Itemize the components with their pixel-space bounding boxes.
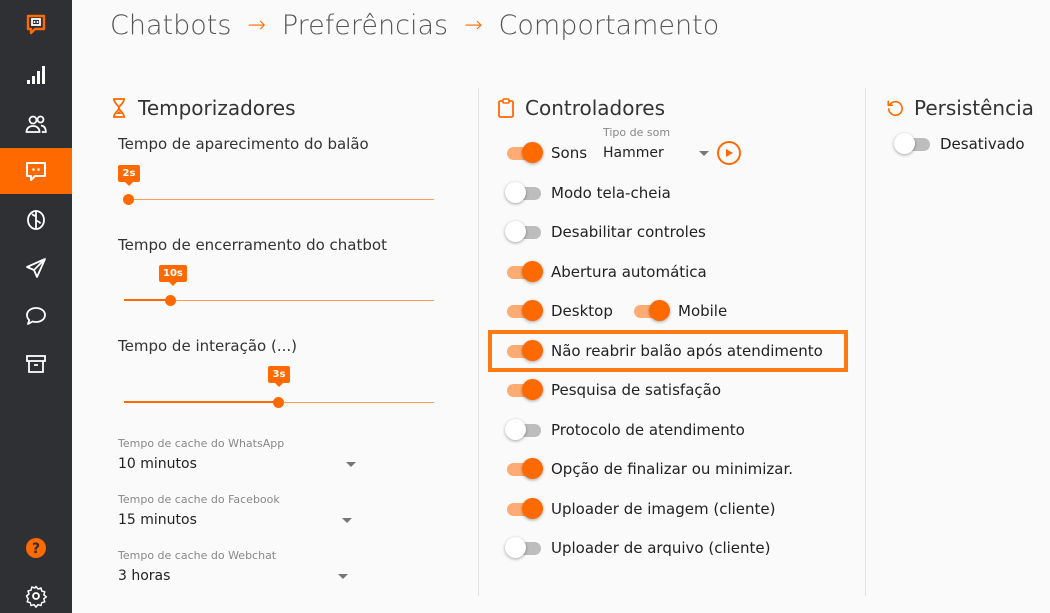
auto-open-toggle[interactable] — [505, 261, 543, 283]
sidebar-item-intelligence[interactable] — [0, 197, 72, 243]
sidebar-item-archive[interactable] — [0, 341, 72, 387]
breadcrumb-preferences[interactable]: Preferências — [282, 10, 448, 41]
protocol-toggle[interactable] — [505, 419, 543, 441]
sidebar: ? — [0, 0, 72, 613]
toggle-row-persistence: Desativado — [894, 133, 1025, 155]
slider-value-badge: 2s — [118, 165, 140, 186]
slider-thumb[interactable] — [165, 295, 176, 306]
facebook-cache-select[interactable]: 15 minutos — [118, 512, 197, 528]
slider-value-badge: 3s — [268, 366, 290, 387]
archive-icon — [26, 355, 46, 373]
select-label: Tempo de cache do Facebook — [118, 493, 280, 506]
svg-text:?: ? — [32, 541, 40, 557]
chat-bubble-icon — [26, 307, 46, 325]
history-icon — [887, 100, 903, 117]
file-uploader-toggle[interactable] — [505, 537, 543, 559]
sidebar-item-settings[interactable] — [0, 573, 72, 613]
slider-value-badge: 10s — [159, 265, 187, 286]
sidebar-item-campaigns[interactable] — [0, 245, 72, 291]
slider-thumb[interactable] — [123, 194, 134, 205]
gear-icon — [25, 585, 48, 608]
sounds-toggle[interactable] — [505, 142, 543, 164]
slider-fill — [124, 299, 171, 301]
toggle-row-disable-controls: Desabilitar controles — [505, 221, 706, 243]
chevron-down-icon[interactable] — [342, 518, 352, 523]
toggle-row-desktop: Desktop — [505, 300, 613, 322]
slider-label: Tempo de interação (...) — [118, 337, 297, 355]
sidebar-item-analytics[interactable] — [0, 52, 72, 98]
controllers-section-title: Controladores — [497, 96, 665, 120]
chatbot-icon — [26, 162, 46, 181]
users-icon — [25, 115, 47, 133]
toggle-row-file-uploader: Uploader de arquivo (cliente) — [505, 537, 771, 559]
persistence-section-title: Persistência — [886, 96, 1034, 120]
timers-section-title: Temporizadores — [110, 96, 296, 120]
fullscreen-toggle[interactable] — [505, 182, 543, 204]
toggle-row-mobile: Mobile — [632, 300, 727, 322]
toggle-row-fullscreen: Modo tela-cheia — [505, 182, 671, 204]
paper-plane-icon — [26, 258, 46, 278]
persistence-toggle[interactable] — [894, 133, 932, 155]
column-divider — [865, 88, 866, 596]
no-reopen-toggle[interactable] — [505, 340, 543, 362]
play-icon — [726, 149, 733, 157]
chevron-down-icon[interactable] — [338, 574, 348, 579]
help-icon: ? — [26, 538, 46, 558]
whatsapp-cache-select[interactable]: 10 minutos — [118, 456, 197, 472]
sidebar-item-chatbots[interactable] — [0, 148, 72, 194]
toggle-row-satisfaction: Pesquisa de satisfação — [505, 379, 721, 401]
breadcrumb-behavior: Comportamento — [498, 10, 720, 41]
breadcrumb: Chatbots → Preferências → Comportamento — [110, 10, 719, 41]
brain-icon — [27, 210, 45, 230]
chevron-down-icon[interactable] — [346, 462, 356, 467]
sound-type-select[interactable]: Hammer — [603, 145, 664, 161]
chatbot-logo-icon — [26, 14, 46, 35]
mobile-toggle[interactable] — [632, 300, 670, 322]
slider-label: Tempo de aparecimento do balão — [118, 135, 369, 153]
toggle-row-auto-open: Abertura automática — [505, 261, 707, 283]
toggle-row-protocol: Protocolo de atendimento — [505, 419, 745, 441]
toggle-row-no-reopen: Não reabrir balão após atendimento — [505, 340, 823, 362]
desktop-toggle[interactable] — [505, 300, 543, 322]
slider-track — [124, 199, 434, 200]
sidebar-item-help[interactable]: ? — [0, 525, 72, 571]
play-sound-button[interactable] — [717, 141, 741, 165]
breadcrumb-arrow-icon: → — [247, 13, 266, 38]
column-divider — [478, 88, 479, 596]
finish-minimize-toggle[interactable] — [505, 458, 543, 480]
hourglass-icon — [113, 98, 125, 118]
sidebar-item-users[interactable] — [0, 101, 72, 147]
clipboard-icon — [498, 98, 514, 118]
image-uploader-toggle[interactable] — [505, 498, 543, 520]
sidebar-item-conversations[interactable] — [0, 293, 72, 339]
toggle-row-image-uploader: Uploader de imagem (cliente) — [505, 498, 775, 520]
toggle-row-finish-minimize: Opção de finalizar ou minimizar. — [505, 458, 793, 480]
sidebar-logo[interactable] — [0, 2, 72, 48]
chevron-down-icon[interactable] — [699, 151, 709, 156]
signal-bars-icon — [27, 66, 45, 84]
select-label: Tempo de cache do WhatsApp — [118, 437, 285, 450]
breadcrumb-arrow-icon: → — [464, 13, 483, 38]
slider-label: Tempo de encerramento do chatbot — [118, 236, 387, 254]
webchat-cache-select[interactable]: 3 horas — [118, 568, 170, 584]
satisfaction-toggle[interactable] — [505, 379, 543, 401]
sound-type-label: Tipo de som — [603, 126, 671, 139]
disable-controls-toggle[interactable] — [505, 221, 543, 243]
toggle-row-sounds: Sons — [505, 142, 587, 164]
slider-fill — [124, 401, 279, 403]
breadcrumb-chatbots[interactable]: Chatbots — [110, 10, 231, 41]
slider-thumb[interactable] — [273, 397, 284, 408]
select-label: Tempo de cache do Webchat — [118, 549, 277, 562]
